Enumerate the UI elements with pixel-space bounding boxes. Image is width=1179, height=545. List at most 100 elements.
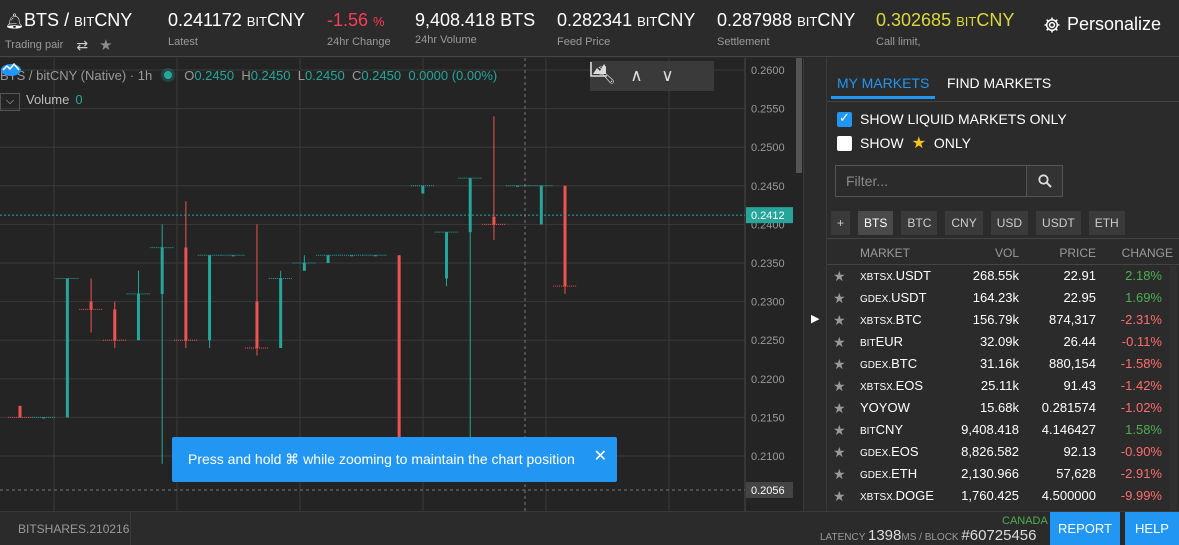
stat-unit: CNY (976, 10, 1015, 30)
latency-status: LATENCY 1398MS / BLOCK #60725456 (820, 527, 1036, 544)
expand-arrow-icon[interactable]: ▶ (811, 312, 819, 325)
volume-label: Volume (26, 92, 70, 107)
stat-value: 0.302685 (876, 10, 952, 30)
sidebar-toggle[interactable]: ▶ (803, 58, 826, 511)
star-icon[interactable]: ★ (833, 444, 846, 461)
star-icon[interactable]: ★ (833, 312, 846, 329)
market-change: -0.11% (1121, 334, 1162, 349)
market-price: 92.13 (1063, 444, 1096, 459)
collapse-chevron-icon[interactable]: ⌵ (0, 93, 20, 111)
report-button[interactable]: REPORT (1050, 512, 1120, 545)
star-icon[interactable]: ★ (833, 334, 846, 351)
liquid-markets-checkbox[interactable]: SHOW LIQUID MARKETS ONLY (837, 110, 1067, 127)
checkbox-unchecked-icon[interactable] (837, 135, 852, 151)
version-label[interactable]: BITSHARES.210216 (0, 512, 131, 545)
chevron-up-icon[interactable]: ∧ (623, 66, 651, 86)
star-icon[interactable]: ★ (99, 36, 112, 54)
market-symbol: BTC (891, 356, 918, 371)
market-row[interactable]: ★ XBTSX.USDT 268.55k 22.91 2.18% (827, 265, 1179, 287)
star-icon[interactable]: ★ (833, 422, 846, 439)
market-row[interactable]: ★ GDEX.BTC 31.16k 880,154 -1.58% (827, 353, 1179, 375)
node-region: CANADA (1002, 515, 1048, 527)
star-icon[interactable]: ★ (833, 378, 846, 395)
market-symbol: ETH (891, 466, 918, 481)
candle-body (302, 263, 306, 271)
col-price[interactable]: PRICE (1059, 246, 1096, 260)
star-icon[interactable]: ★ (833, 268, 846, 285)
candle-body (184, 247, 188, 341)
market-change: -2.91% (1120, 466, 1162, 481)
market-row[interactable]: ★ GDEX.EOS 8,826.582 92.13 -0.90% (827, 441, 1179, 463)
chart-scrollbar (796, 58, 802, 173)
col-change[interactable]: CHANGE (1122, 246, 1173, 260)
market-change: -1.58% (1120, 356, 1162, 371)
market-prefix: XBTSX. (860, 492, 896, 503)
market-filter-input[interactable] (835, 165, 1027, 197)
starred-only-checkbox[interactable]: SHOW ★ ONLY (837, 133, 971, 153)
live-dot-icon (164, 71, 173, 79)
market-volume: 156.79k (972, 312, 1019, 327)
market-row[interactable]: ★ GDEX.ETH 2,130.966 57,628 -2.91% (827, 463, 1179, 485)
market-volume: 268.55k (972, 268, 1019, 283)
trading-pair[interactable]: 🔔︎BTS / BITCNY Trading pair ⇄ ★ (5, 9, 132, 54)
volume-legend: ⌵ Volume 0 (0, 92, 83, 111)
gear-icon (1044, 17, 1060, 32)
volume-value: 0 (75, 92, 83, 107)
market-price: 22.91 (1063, 268, 1096, 283)
market-row[interactable]: ★ GDEX.USDT 164.23k 22.95 1.69% (827, 287, 1179, 309)
market-row[interactable]: ★ BITCNY 9,408.418 4.146427 1.58% (827, 419, 1179, 441)
market-price: 26.44 (1063, 334, 1096, 349)
stat-latest: 0.241172 BITCNY Latest (168, 9, 305, 48)
quote-tab-bts[interactable]: BTS (858, 211, 894, 235)
y-tick-label: 0.2550 (751, 104, 785, 116)
close-icon[interactable]: ✕ (594, 446, 607, 466)
market-row[interactable]: ★ XBTSX.BTC 156.79k 874,317 -2.31% (827, 309, 1179, 331)
markets-rows: ★ XBTSX.USDT 268.55k 22.91 2.18% ★ GDEX.USDT 16… (827, 265, 1179, 507)
star-icon[interactable]: ★ (833, 400, 846, 417)
market-symbol: USDT (891, 290, 927, 305)
quote-tab-usdt[interactable]: USDT (1036, 211, 1081, 235)
col-market[interactable]: MARKET (860, 246, 910, 260)
market-symbol: EOS (891, 444, 919, 459)
candle-body (65, 278, 69, 418)
star-icon[interactable]: ★ (833, 488, 846, 505)
quote-tab-eth[interactable]: ETH (1088, 211, 1125, 235)
market-symbol: BTC (895, 312, 922, 327)
market-price: 57,628 (1056, 466, 1096, 481)
market-row[interactable]: ★ YOYOW 15.68k 0.281574 -1.02% (827, 397, 1179, 419)
tradingview-logo-icon[interactable] (0, 58, 22, 76)
market-volume: 164.23k (972, 290, 1019, 305)
legend-symbol: BTS / bitCNY (Native) · 1h (0, 68, 153, 83)
quote-tab-usd[interactable]: USD (990, 211, 1029, 235)
y-tick-label: 0.2500 (751, 142, 785, 154)
chevron-down-icon[interactable]: ∨ (654, 66, 682, 86)
quote-tab-btc[interactable]: BTC (901, 211, 938, 235)
market-row[interactable]: ★ XBTSX.EOS 25.11k 91.43 -1.42% (827, 375, 1179, 397)
tab-find-markets[interactable]: FIND MARKETS (947, 75, 1051, 91)
search-button[interactable] (1026, 165, 1063, 197)
add-quote-tab[interactable]: + (831, 211, 851, 235)
star-icon[interactable]: ★ (833, 356, 846, 373)
scrollbar[interactable] (1170, 266, 1177, 510)
price-chart[interactable]: 0.2600 0.2550 0.2500 0.2450 0.2400 0.2350 0.23… (0, 58, 803, 511)
tab-my-markets[interactable]: MY MARKETS (831, 75, 936, 99)
market-row[interactable]: ★ XBTSX.DOGE 1,760.425 4.500000 -9.99% (827, 485, 1179, 507)
quote-tab-cny[interactable]: CNY (945, 211, 983, 235)
market-name: BITCNY (860, 422, 903, 437)
bell-icon[interactable]: 🔔︎ (5, 13, 24, 30)
stat-unit: BTS (500, 10, 536, 30)
shuffle-icon[interactable]: ⇄ (76, 37, 88, 54)
market-price: 880,154 (1049, 356, 1096, 371)
personalize-button[interactable]: Personalize (1043, 14, 1161, 35)
help-button[interactable]: HELP (1125, 512, 1179, 545)
col-vol[interactable]: VOL (995, 246, 1019, 260)
star-icon[interactable]: ★ (833, 466, 846, 483)
markets-table: MARKET VOL PRICE CHANGE ★ XBTSX. USDT 268.5… (827, 238, 1179, 507)
market-row[interactable]: ★ BITEUR 32.09k 26.44 -0.11% (827, 331, 1179, 353)
market-name: XBTSX.DOGE (860, 488, 934, 503)
market-change: -1.02% (1120, 400, 1162, 415)
search-icon (1037, 174, 1052, 188)
checkbox-checked-icon[interactable] (837, 110, 852, 127)
block-number: #60725456 (961, 527, 1037, 544)
star-icon[interactable]: ★ (833, 290, 846, 307)
